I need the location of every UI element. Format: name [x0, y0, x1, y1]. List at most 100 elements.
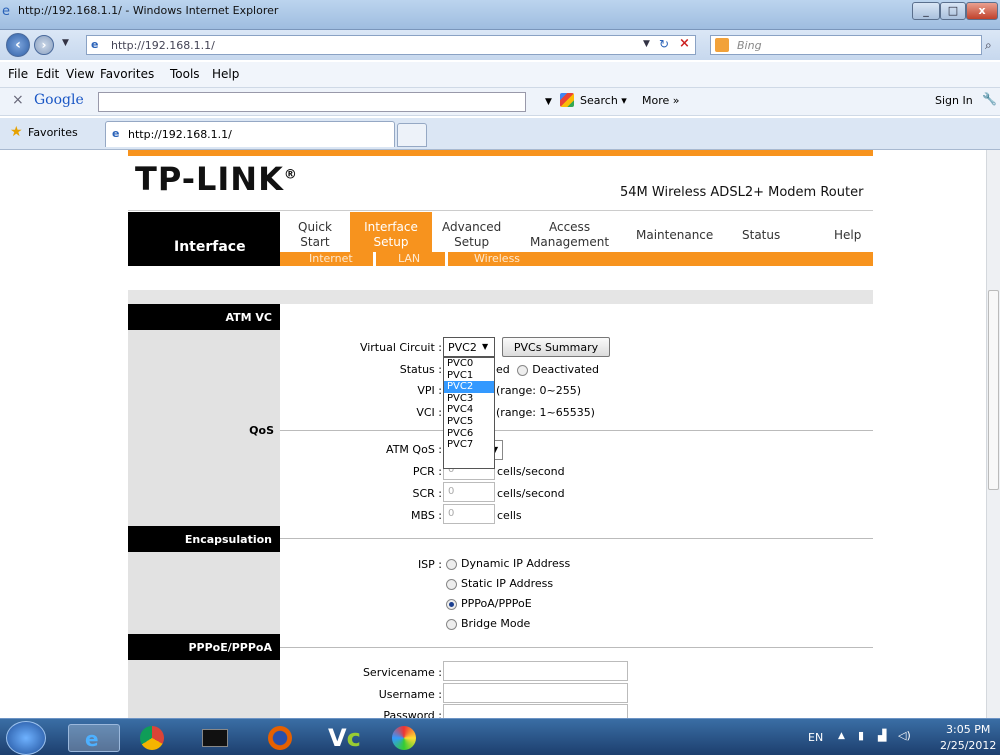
- language-indicator[interactable]: EN: [808, 731, 823, 744]
- scr-unit: cells/second: [497, 487, 565, 500]
- forward-icon[interactable]: ›: [34, 35, 54, 55]
- google-search-button[interactable]: Search ▾: [580, 94, 627, 107]
- window-title: http://192.168.1.1/ - Windows Internet E…: [18, 4, 279, 17]
- nav-help[interactable]: Help: [834, 228, 861, 243]
- nav-maintenance[interactable]: Maintenance: [636, 228, 713, 243]
- taskbar-chrome-icon[interactable]: [128, 724, 180, 752]
- tplink-logo: TP-LINK®: [135, 160, 298, 198]
- nav-advanced-setup[interactable]: Advanced Setup: [442, 220, 501, 250]
- servicename-input[interactable]: [443, 661, 628, 681]
- bing-search-input[interactable]: Bing: [710, 35, 982, 55]
- encapsulation-heading: Encapsulation: [128, 526, 280, 552]
- search-icon[interactable]: ⌕: [985, 38, 992, 53]
- maximize-button[interactable]: □: [940, 2, 966, 20]
- signal-icon[interactable]: ▟: [878, 729, 886, 742]
- pvc-option-selected[interactable]: PVC2: [444, 381, 494, 393]
- scr-input[interactable]: 0: [443, 482, 495, 502]
- address-url: http://192.168.1.1/: [111, 39, 215, 52]
- address-input[interactable]: e http://192.168.1.1/ ▼ ↻ ×: [86, 35, 696, 55]
- menu-favorites[interactable]: Favorites: [100, 67, 154, 81]
- pvc-option[interactable]: PVC6: [444, 428, 494, 440]
- minimize-button[interactable]: _: [912, 2, 940, 20]
- mbs-label: MBS :: [410, 509, 442, 522]
- virtual-circuit-label: Virtual Circuit :: [359, 341, 442, 354]
- more-button[interactable]: More »: [642, 94, 680, 107]
- taskbar-ie-icon[interactable]: e: [68, 724, 120, 752]
- pvc-option[interactable]: PVC7: [444, 439, 494, 451]
- vertical-scrollbar[interactable]: [986, 150, 1000, 718]
- vc-selected-value: PVC2: [448, 341, 477, 354]
- pvc-option[interactable]: PVC0: [444, 358, 494, 370]
- wrench-icon[interactable]: 🔧: [982, 92, 997, 106]
- pvc-option[interactable]: PVC4: [444, 404, 494, 416]
- status-activated-label: ed: [496, 363, 510, 376]
- isp-option-dynamic[interactable]: Dynamic IP Address: [446, 557, 570, 570]
- menu-help[interactable]: Help: [212, 67, 239, 81]
- subnav-wireless[interactable]: Wireless: [474, 252, 520, 265]
- close-toolbar-icon[interactable]: ×: [12, 92, 24, 108]
- username-input[interactable]: [443, 683, 628, 703]
- servicename-label: Servicename :: [362, 666, 442, 679]
- isp-radio[interactable]: [446, 558, 457, 570]
- vpi-range: (range: 0~255): [496, 384, 581, 397]
- nav-access-management[interactable]: Access Management: [530, 220, 609, 250]
- isp-option-static[interactable]: Static IP Address: [446, 577, 553, 590]
- isp-radio[interactable]: [446, 618, 457, 630]
- new-tab-button[interactable]: [397, 123, 427, 147]
- taskbar-vnc-icon[interactable]: Vc: [320, 724, 372, 752]
- menu-file[interactable]: File: [8, 67, 28, 81]
- pvc-option[interactable]: PVC3: [444, 393, 494, 405]
- nav-quick-start[interactable]: Quick Start: [298, 220, 332, 250]
- refresh-icon[interactable]: ↻: [659, 37, 669, 51]
- section-title: Interface: [128, 212, 280, 266]
- stop-icon[interactable]: ×: [679, 36, 690, 51]
- pcr-unit: cells/second: [497, 465, 565, 478]
- subnav-lan[interactable]: LAN: [398, 252, 420, 265]
- isp-radio[interactable]: [446, 578, 457, 590]
- nav-status[interactable]: Status: [742, 228, 780, 243]
- sign-in-link[interactable]: Sign In: [935, 94, 973, 107]
- menu-edit[interactable]: Edit: [36, 67, 59, 81]
- start-button[interactable]: [6, 721, 46, 755]
- subnav-internet[interactable]: Internet: [309, 252, 353, 265]
- scr-label: SCR :: [412, 487, 442, 500]
- divider: [280, 647, 873, 648]
- scrollbar-thumb[interactable]: [988, 290, 999, 490]
- clock-time[interactable]: 3:05 PM: [946, 723, 990, 736]
- network-icon[interactable]: ▮: [858, 729, 864, 742]
- browser-tab[interactable]: e http://192.168.1.1/: [105, 121, 395, 147]
- virtual-circuit-select[interactable]: PVC2 ▼: [443, 337, 495, 357]
- volume-icon[interactable]: ◁): [898, 729, 911, 742]
- back-icon[interactable]: ‹: [6, 33, 30, 57]
- status-deactivated-radio[interactable]: [517, 364, 529, 376]
- isp-label: ISP :: [417, 558, 442, 571]
- address-dropdown-icon[interactable]: ▼: [643, 39, 650, 49]
- nav-interface-setup[interactable]: Interface Setup: [350, 212, 432, 252]
- chevron-down-icon: ▼: [482, 342, 489, 351]
- taskbar-firefox-icon[interactable]: [256, 724, 308, 752]
- atm-qos-label: ATM QoS :: [386, 443, 442, 456]
- taskbar-paint-icon[interactable]: [380, 724, 432, 752]
- google-search-input[interactable]: ▼: [98, 92, 552, 112]
- subnav-separator: [445, 252, 448, 266]
- history-dropdown-icon[interactable]: ▼: [62, 38, 69, 48]
- isp-option-pppoa[interactable]: PPPoA/PPPoE: [446, 597, 532, 610]
- password-input[interactable]: [443, 704, 628, 718]
- pvcs-summary-button[interactable]: PVCs Summary: [502, 337, 610, 357]
- google-dropdown-icon[interactable]: ▼: [545, 97, 552, 107]
- favorites-button[interactable]: Favorites: [28, 126, 78, 139]
- window-title-bar: e http://192.168.1.1/ - Windows Internet…: [0, 0, 1000, 30]
- mbs-input[interactable]: 0: [443, 504, 495, 524]
- menu-view[interactable]: View: [66, 67, 94, 81]
- isp-option-bridge[interactable]: Bridge Mode: [446, 617, 530, 630]
- close-button[interactable]: x: [966, 2, 998, 20]
- username-label: Username :: [378, 688, 442, 701]
- show-hidden-icons[interactable]: ▲: [838, 731, 845, 741]
- clock-date[interactable]: 2/25/2012: [940, 739, 996, 752]
- menu-tools[interactable]: Tools: [170, 67, 200, 81]
- google-toolbar: × Google ▼ Search ▾ More » Sign In 🔧: [0, 88, 1000, 116]
- isp-radio-selected[interactable]: [446, 598, 457, 610]
- pvc-option[interactable]: PVC5: [444, 416, 494, 428]
- pvc-option[interactable]: PVC1: [444, 370, 494, 382]
- taskbar-cmd-icon[interactable]: [190, 724, 242, 752]
